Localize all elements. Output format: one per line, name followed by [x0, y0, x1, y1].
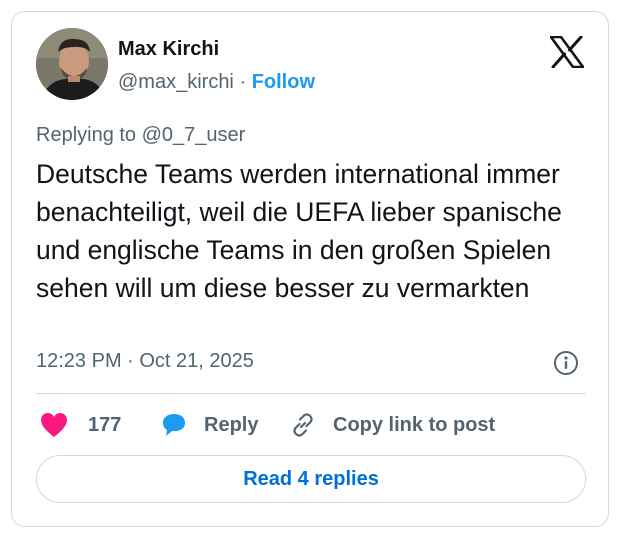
copy-link-label: Copy link to post — [333, 413, 496, 436]
tweet-embed-card: Max Kirchi @max_kirchi · Follow Replying… — [11, 11, 609, 527]
divider — [36, 393, 586, 394]
follow-button[interactable]: Follow — [252, 71, 315, 93]
author-display-name[interactable]: Max Kirchi — [118, 38, 219, 61]
heart-icon — [41, 413, 67, 437]
link-icon — [293, 413, 313, 437]
reply-label: Reply — [204, 413, 259, 436]
author-handle-row: @max_kirchi · Follow — [118, 71, 315, 94]
separator-dot: · — [239, 71, 247, 93]
copy-link-button[interactable]: Copy link to post — [289, 410, 495, 440]
info-icon[interactable] — [553, 350, 579, 376]
tweet-timestamp[interactable]: 12:23 PM · Oct 21, 2025 — [36, 350, 254, 373]
replying-to-text[interactable]: Replying to @0_7_user — [36, 124, 245, 147]
reply-bubble-icon — [163, 414, 185, 436]
reply-button[interactable]: Reply — [160, 410, 258, 440]
author-handle[interactable]: @max_kirchi — [118, 71, 234, 93]
read-replies-button[interactable]: Read 4 replies — [36, 455, 586, 503]
tweet-body-text: Deutsche Teams werden international imme… — [36, 159, 562, 303]
like-count: 177 — [88, 413, 122, 436]
x-logo-icon[interactable] — [550, 36, 584, 68]
like-button[interactable]: 177 — [40, 410, 121, 440]
avatar-photo — [36, 28, 108, 100]
author-avatar[interactable] — [36, 28, 108, 100]
